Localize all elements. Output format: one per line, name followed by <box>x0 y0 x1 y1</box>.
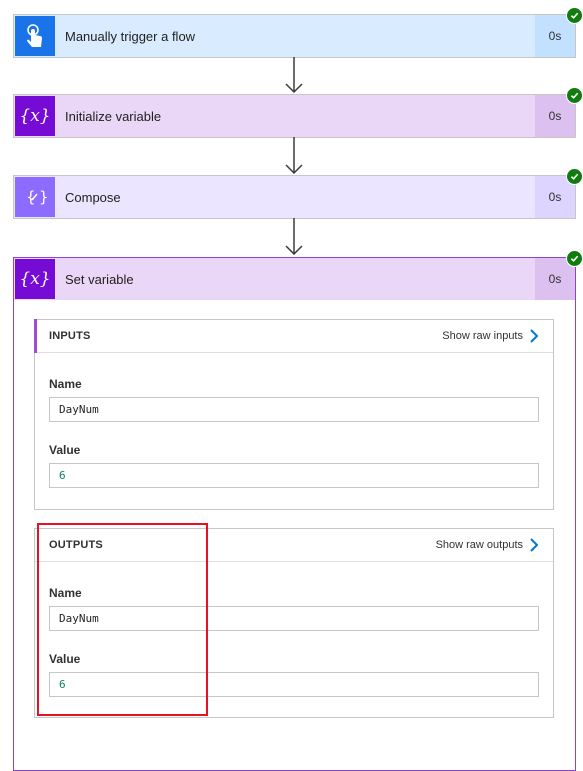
step-title: Initialize variable <box>65 108 162 124</box>
input-name-value: DayNum <box>49 397 539 422</box>
input-name-label: Name <box>49 377 82 391</box>
output-name-value: DayNum <box>49 606 539 631</box>
svg-text:}: } <box>39 188 48 206</box>
inputs-header[interactable]: INPUTS Show raw inputs <box>34 319 553 353</box>
variable-icon: {x} <box>15 96 55 136</box>
outputs-heading: OUTPUTS <box>49 539 103 551</box>
step-initialize-variable[interactable]: {x} Initialize variable 0s <box>13 87 583 138</box>
success-check-icon <box>566 168 583 185</box>
step-title: Set variable <box>65 271 134 287</box>
input-value-value: 6 <box>49 463 539 488</box>
success-check-icon <box>566 250 583 267</box>
flow-arrow <box>285 218 303 256</box>
hand-touch-icon <box>15 16 55 56</box>
inputs-heading: INPUTS <box>49 330 91 342</box>
chevron-right-icon[interactable] <box>529 538 539 552</box>
output-value-value: 6 <box>49 672 539 697</box>
outputs-header[interactable]: OUTPUTS Show raw outputs <box>35 529 553 562</box>
outputs-section: OUTPUTS Show raw outputs Name DayNum Val… <box>34 528 554 718</box>
variable-icon: {x} <box>15 259 55 299</box>
step-manually-trigger[interactable]: Manually trigger a flow 0s <box>13 7 583 58</box>
step-set-variable[interactable]: {x} Set variable 0s INPUTS Show raw inpu… <box>13 250 583 771</box>
step-details-panel: INPUTS Show raw inputs Name DayNum Value… <box>14 300 575 770</box>
svg-text:{x}: {x} <box>20 106 50 126</box>
show-raw-outputs-link[interactable]: Show raw outputs <box>436 539 523 551</box>
output-value-label: Value <box>49 652 81 666</box>
flow-arrow <box>285 57 303 94</box>
step-compose[interactable]: { } Compose 0s <box>13 168 583 219</box>
output-name-label: Name <box>49 586 82 600</box>
step-title: Compose <box>65 189 121 205</box>
input-value-label: Value <box>49 443 81 457</box>
compose-icon: { } <box>15 177 55 217</box>
flow-arrow <box>285 137 303 175</box>
show-raw-inputs-link[interactable]: Show raw inputs <box>442 330 523 342</box>
inputs-section: INPUTS Show raw inputs Name DayNum Value… <box>34 319 554 510</box>
step-title: Manually trigger a flow <box>65 28 196 44</box>
success-check-icon <box>566 87 583 104</box>
success-check-icon <box>566 7 583 24</box>
chevron-right-icon[interactable] <box>529 329 539 343</box>
section-accent-bar <box>34 319 37 353</box>
svg-text:{x}: {x} <box>20 269 50 289</box>
